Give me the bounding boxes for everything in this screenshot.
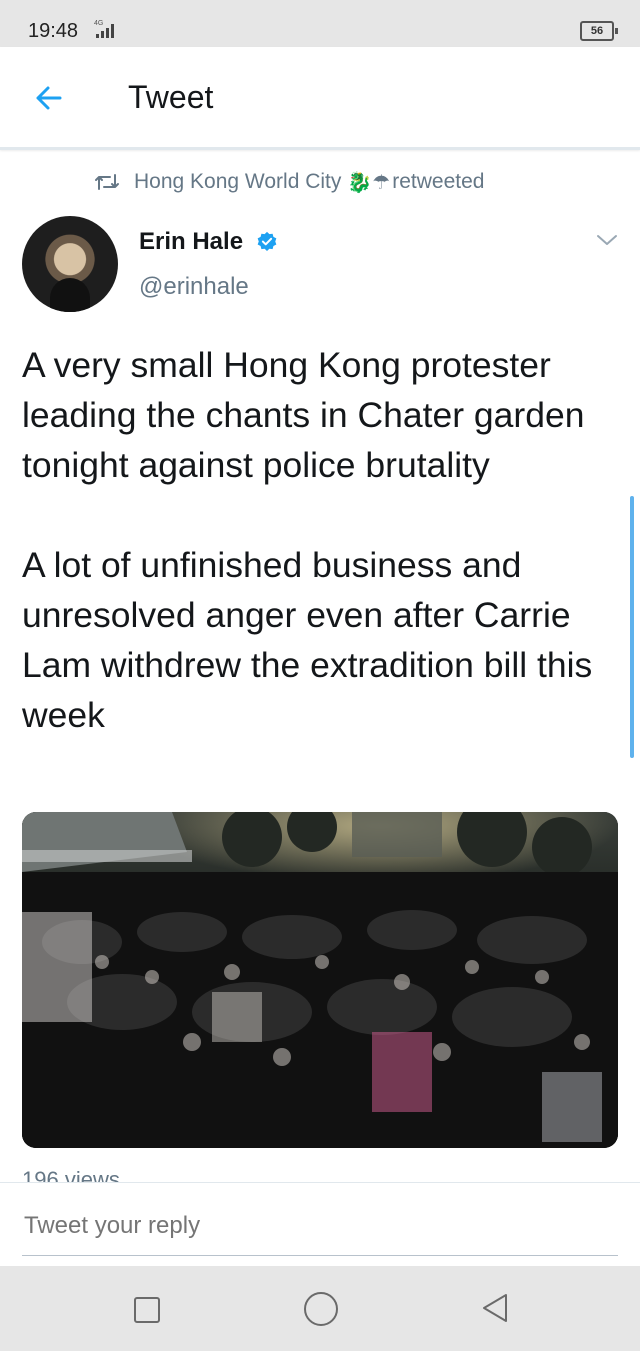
svg-text:4G: 4G	[94, 20, 103, 27]
signal-icon: 4G	[94, 20, 114, 38]
status-bar: 19:48 4G 56	[0, 0, 640, 47]
view-count: 196 views	[22, 1167, 120, 1182]
reply-bar	[0, 1182, 640, 1267]
system-nav-bar	[0, 1266, 640, 1351]
battery-icon: 56	[580, 21, 618, 41]
verified-badge-icon	[257, 231, 277, 251]
author-avatar[interactable]	[22, 216, 118, 312]
nav-back-icon[interactable]	[480, 1292, 510, 1324]
page-title: Tweet	[128, 79, 214, 115]
recent-apps-icon[interactable]	[134, 1297, 160, 1323]
retweeted-label: retweeted	[392, 170, 485, 193]
scrollbar[interactable]	[630, 496, 634, 758]
retweet-icon	[95, 174, 119, 190]
video-frame-image	[22, 812, 618, 1148]
retweeter-emojis: 🐉☂	[347, 171, 391, 194]
retweet-context[interactable]: Hong Kong World City 🐉☂ retweeted	[92, 168, 484, 196]
author-name[interactable]: Erin Hale	[139, 228, 243, 256]
reply-underline	[22, 1255, 618, 1256]
tweet-video[interactable]	[22, 812, 618, 1148]
home-icon[interactable]	[304, 1292, 338, 1326]
chevron-down-icon[interactable]	[595, 232, 619, 248]
reply-input[interactable]	[22, 1211, 336, 1241]
author-handle[interactable]: @erinhale	[139, 273, 249, 301]
back-arrow-icon[interactable]	[30, 83, 70, 113]
status-time: 19:48	[28, 20, 79, 42]
retweeter-name: Hong Kong World City	[134, 170, 342, 193]
top-app-bar: Tweet	[0, 47, 640, 150]
tweet-text: A very small Hong Kong protester leading…	[22, 345, 593, 735]
